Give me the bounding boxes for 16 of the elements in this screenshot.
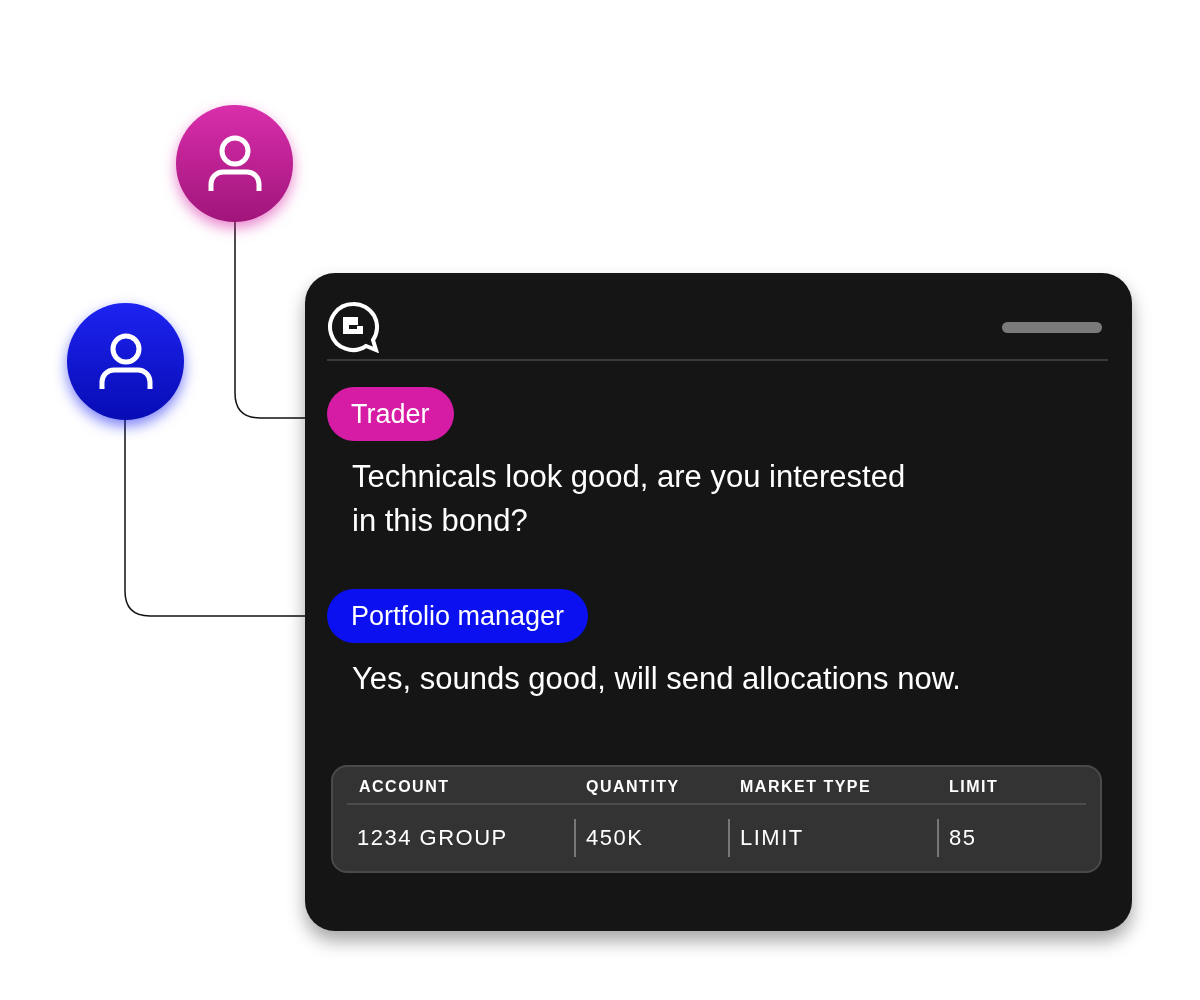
table-cell: LIMIT: [728, 819, 937, 857]
table-cell-text: 1234 GROUP: [356, 824, 509, 852]
person-icon: [206, 133, 263, 194]
logo-icon: [327, 301, 379, 353]
sender-tag: Trader: [327, 387, 454, 441]
column-header: LIMIT: [948, 777, 1000, 797]
drag-handle[interactable]: [1002, 321, 1102, 333]
table-cell: 85: [937, 819, 1086, 857]
message-text: Yes, sounds good, will send allocations now.: [351, 660, 962, 698]
column-header: MARKET TYPE: [739, 777, 873, 797]
column-header: ACCOUNT: [358, 777, 451, 797]
table-cell: 450K: [574, 819, 728, 857]
column-header: QUANTITY: [585, 777, 681, 797]
message-text: Technicals look good, are you interested in this bond?: [351, 458, 907, 540]
sender-tag: Portfolio manager: [327, 589, 589, 643]
person-icon: [97, 331, 154, 392]
